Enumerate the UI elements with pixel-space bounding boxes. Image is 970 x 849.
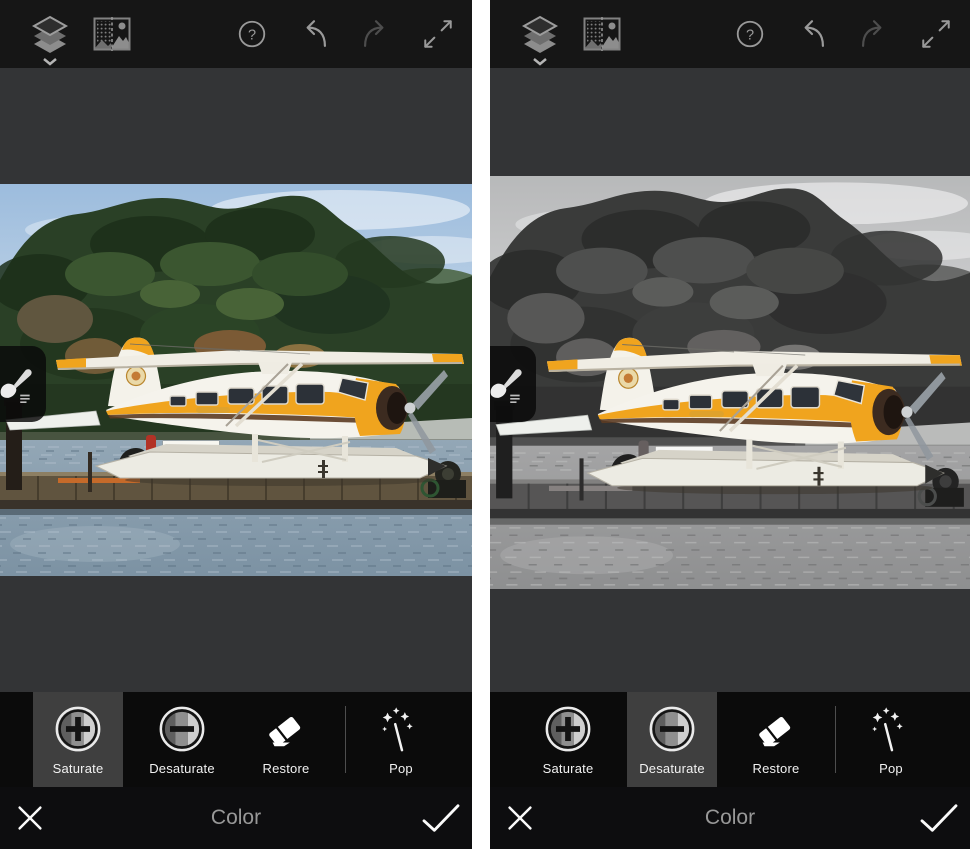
photo-image — [0, 184, 472, 576]
tool-restore[interactable]: Restore — [731, 692, 821, 787]
magic-wand-icon — [866, 704, 916, 754]
tool-pop[interactable]: Pop — [356, 692, 446, 787]
saturate-plus-icon — [53, 704, 103, 754]
tools-divider — [835, 706, 836, 773]
photo-image — [490, 176, 970, 589]
eraser-icon — [751, 704, 801, 754]
image-adjust-icon[interactable] — [582, 12, 622, 56]
bottom-bar: Color — [0, 787, 472, 849]
image-adjust-icon[interactable] — [92, 12, 132, 56]
confirm-icon[interactable] — [418, 798, 464, 838]
redo-icon[interactable] — [356, 12, 396, 56]
help-icon[interactable]: ? — [232, 12, 272, 56]
fullscreen-icon[interactable] — [418, 12, 458, 56]
bottom-bar: Color — [490, 787, 970, 849]
desaturate-minus-icon — [157, 704, 207, 754]
brush-tool-handle[interactable] — [0, 346, 46, 422]
tool-saturate[interactable]: Saturate — [523, 692, 613, 787]
editor-panel-left: ? Saturate — [0, 0, 472, 849]
top-toolbar: ? — [490, 0, 970, 68]
photo-seaplane-desaturated[interactable] — [490, 176, 970, 589]
tool-label: Saturate — [53, 761, 104, 776]
before-after-comparison: ? Saturate — [0, 0, 970, 849]
undo-icon[interactable] — [294, 12, 334, 56]
undo-icon[interactable] — [792, 12, 832, 56]
saturate-plus-icon — [543, 704, 593, 754]
cancel-icon[interactable] — [11, 799, 49, 837]
tools-bar: Saturate Desaturate Restore Pop — [490, 692, 970, 787]
tool-label: Restore — [263, 761, 310, 776]
tool-label: Restore — [753, 761, 800, 776]
tool-label: Pop — [389, 761, 413, 776]
top-toolbar: ? — [0, 0, 472, 68]
panel-title: Color — [490, 806, 970, 830]
brush-icon — [490, 361, 528, 407]
brush-icon — [0, 361, 38, 407]
brush-tool-handle[interactable] — [490, 346, 536, 422]
help-icon[interactable]: ? — [730, 12, 770, 56]
desaturate-minus-icon — [647, 704, 697, 754]
tool-label: Saturate — [543, 761, 594, 776]
editor-panel-right: ? Saturate — [490, 0, 970, 849]
cancel-icon[interactable] — [501, 799, 539, 837]
tools-divider — [345, 706, 346, 773]
redo-icon[interactable] — [854, 12, 894, 56]
panel-title: Color — [0, 806, 472, 830]
tools-bar: Saturate Desaturate Restore Pop — [0, 692, 472, 787]
tool-desaturate[interactable]: Desaturate — [627, 692, 717, 787]
magic-wand-icon — [376, 704, 426, 754]
svg-text:?: ? — [248, 27, 256, 43]
tool-saturate[interactable]: Saturate — [33, 692, 123, 787]
fullscreen-icon[interactable] — [916, 12, 956, 56]
photo-canvas[interactable] — [490, 68, 970, 692]
layers-icon[interactable] — [520, 0, 560, 68]
tool-label: Pop — [879, 761, 903, 776]
eraser-icon — [261, 704, 311, 754]
photo-canvas[interactable] — [0, 68, 472, 692]
tool-pop[interactable]: Pop — [846, 692, 936, 787]
tool-label: Desaturate — [639, 761, 705, 776]
layers-icon[interactable] — [30, 0, 70, 68]
tool-restore[interactable]: Restore — [241, 692, 331, 787]
confirm-icon[interactable] — [916, 798, 962, 838]
svg-text:?: ? — [746, 27, 754, 43]
tool-desaturate[interactable]: Desaturate — [137, 692, 227, 787]
photo-seaplane-color[interactable] — [0, 184, 472, 576]
tool-label: Desaturate — [149, 761, 215, 776]
